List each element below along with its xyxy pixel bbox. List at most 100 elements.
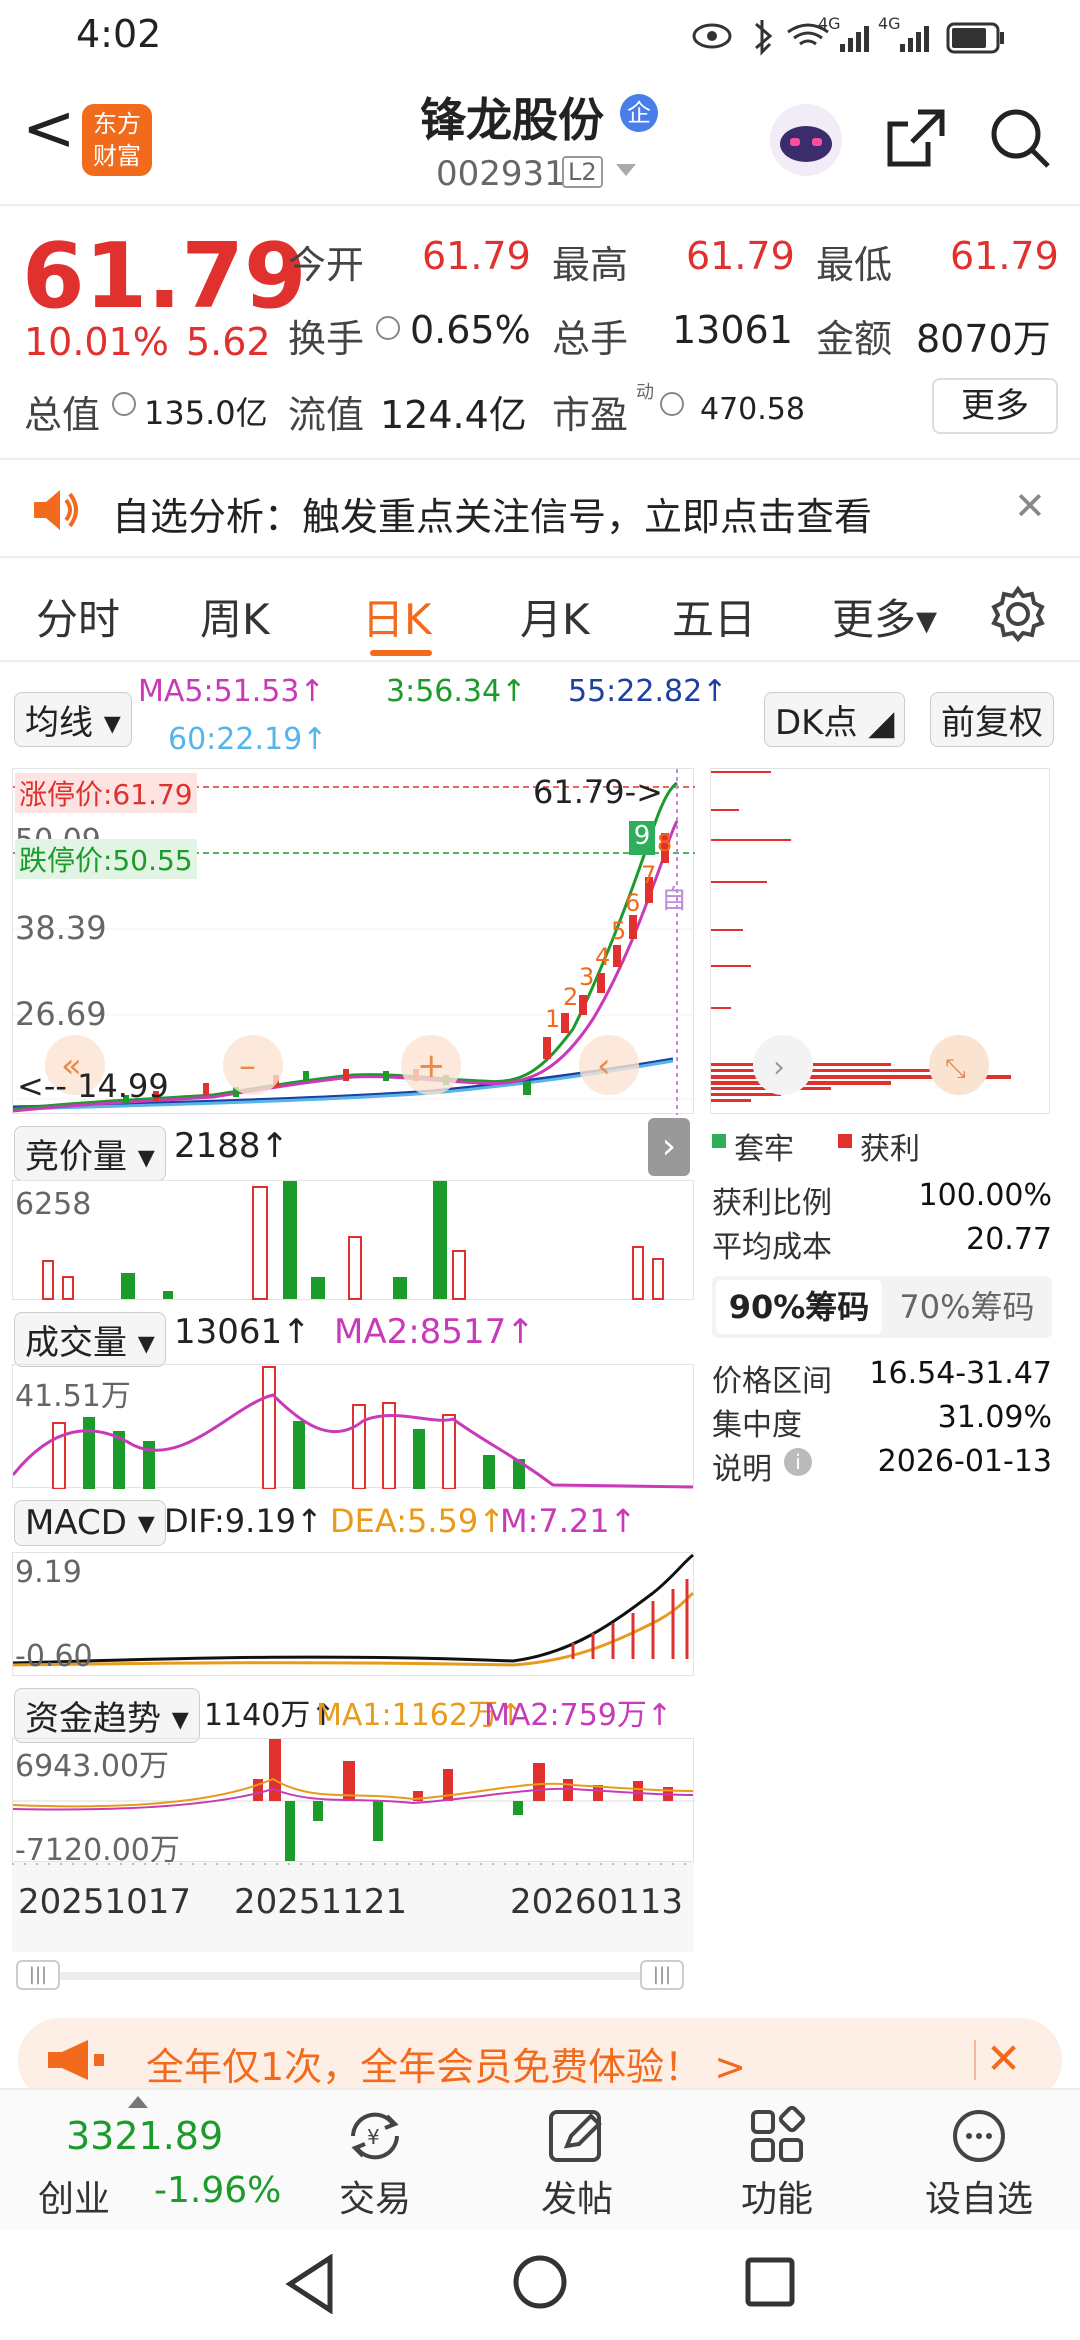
level-badge: L2 — [562, 156, 603, 188]
volume-value: 13061 — [672, 308, 793, 352]
concentration-label: 集中度 — [712, 1408, 802, 1443]
tab-intraday[interactable]: 分时 — [36, 586, 120, 647]
index-name[interactable]: 创业 — [38, 2170, 110, 2222]
macd-selector[interactable]: MACD ▾ — [14, 1500, 166, 1546]
system-recents-icon[interactable] — [742, 2254, 798, 2310]
ma60-value: 60:22.19↑ — [168, 722, 328, 757]
auction-chart: 6258 — [12, 1180, 694, 1300]
system-nav-bar — [0, 2230, 1080, 2340]
back-button[interactable]: < — [22, 92, 76, 166]
more-button[interactable]: 更多 — [932, 378, 1058, 434]
y-label-2: 38.39 — [15, 909, 107, 947]
turnover-label: 换手 — [288, 317, 365, 361]
indicator-selector[interactable]: 均线 ▾ — [14, 692, 132, 747]
nav-function[interactable]: 功能 — [702, 2106, 852, 2222]
mktcap-info-icon[interactable] — [112, 392, 136, 416]
notice-close-icon[interactable]: ✕ — [1014, 484, 1046, 528]
turnover-info-icon[interactable] — [376, 316, 400, 340]
capital-ma2: MA2:759万↑ — [484, 1698, 672, 1733]
volume-ma2: MA2:8517↑ — [334, 1312, 535, 1352]
profit-ratio-label: 获利比例 — [712, 1186, 832, 1221]
nav-trade-label: 交易 — [338, 2179, 411, 2220]
date-2: 20251121 — [234, 1882, 408, 1922]
ma55-value: 55:22.82↑ — [568, 674, 728, 709]
signal-3: 3 — [579, 963, 595, 991]
net-label-1: 4G — [818, 14, 841, 33]
adjust-button[interactable]: 前复权 — [930, 692, 1054, 747]
zi-marker: 自 — [661, 885, 688, 915]
settings-gear-icon[interactable] — [990, 586, 1046, 642]
pe-superscript: 动 — [636, 382, 654, 403]
hold-legend-label: 套牢 — [734, 1132, 794, 1167]
kline-chart[interactable]: « – + ‹ 涨停价:61.79 50.09 跌停价:50.55 38.39 … — [12, 768, 695, 1115]
date-3: 20260113 — [510, 1882, 684, 1922]
note-date: 2026-01-13 — [877, 1444, 1052, 1479]
chip-distribution[interactable]: › ⤡ — [710, 768, 1050, 1114]
auction-selector[interactable]: 竞价量 ▾ — [14, 1126, 166, 1181]
index-value[interactable]: 3321.89 — [66, 2114, 223, 2158]
tab-daily[interactable]: 日K — [362, 586, 432, 647]
nav-trade[interactable]: ¥ 交易 — [300, 2106, 450, 2222]
tab-five-day[interactable]: 五日 — [672, 586, 756, 647]
limit-up-label: 涨停价:61.79 — [15, 773, 197, 813]
range-slider[interactable]: ||| ||| — [16, 1958, 686, 1992]
slider-right-handle[interactable]: ||| — [640, 1960, 684, 1990]
avg-cost-row: 平均成本 20.77 — [712, 1222, 1052, 1266]
price-range-row: 价格区间 16.54-31.47 — [712, 1356, 1052, 1400]
promo-close-icon[interactable]: ✕ — [986, 2034, 1021, 2083]
auction-value: 2188↑ — [174, 1126, 290, 1166]
change-percent: 10.01% — [24, 320, 169, 364]
nav-add-watchlist[interactable]: 设自选 — [904, 2106, 1054, 2222]
tab-monthly[interactable]: 月K — [520, 586, 590, 647]
notice-banner[interactable]: 自选分析：触发重点关注信号，立即点击查看 ✕ — [0, 458, 1080, 558]
volume-selector[interactable]: 成交量 ▾ — [14, 1312, 166, 1367]
hold-legend-swatch — [712, 1134, 726, 1148]
profit-ratio-value: 100.00% — [918, 1178, 1052, 1213]
macd-selector-label: MACD — [25, 1503, 127, 1543]
notice-text: 自选分析：触发重点关注信号，立即点击查看 — [112, 495, 873, 539]
quote-panel: 61.79 10.01% 5.62 今开 61.79 最高 61.79 最低 6… — [0, 208, 1080, 454]
robot-assistant-icon[interactable] — [768, 102, 844, 178]
nav-post[interactable]: 发帖 — [502, 2106, 652, 2222]
tab-90-chip[interactable]: 90%筹码 — [716, 1280, 882, 1334]
ma3-value: 3:56.34↑ — [386, 674, 527, 709]
macd-ymin: -0.60 — [15, 1639, 93, 1674]
share-icon[interactable] — [884, 106, 948, 170]
macd-dea: DEA:5.59↑ — [330, 1502, 506, 1540]
system-back-icon[interactable] — [282, 2254, 338, 2314]
signal-1: 1 — [545, 1005, 561, 1033]
chip-tabs: 90%筹码 70%筹码 — [712, 1276, 1052, 1338]
promo-divider — [974, 2040, 976, 2080]
change-amount: 5.62 — [186, 320, 271, 364]
code-dropdown-icon[interactable] — [616, 164, 636, 178]
speaker-icon — [34, 490, 78, 530]
expand-arrow-button[interactable]: › — [648, 1118, 690, 1176]
index-change[interactable]: -1.96% — [154, 2170, 281, 2211]
system-home-icon[interactable] — [510, 2252, 570, 2312]
mktcap-value: 135.0亿 — [144, 394, 268, 432]
dk-button[interactable]: DK点 ◢ — [764, 692, 906, 747]
tab-weekly[interactable]: 周K — [200, 586, 270, 647]
note-info-icon[interactable]: i — [784, 1448, 812, 1476]
macd-dif: DIF:9.19↑ — [164, 1502, 323, 1540]
tab-70-chip[interactable]: 70%筹码 — [884, 1280, 1050, 1334]
nav-post-label: 发帖 — [540, 2179, 613, 2220]
tab-more[interactable]: 更多▾ — [832, 586, 937, 647]
search-icon[interactable] — [988, 106, 1052, 170]
pe-info-icon[interactable] — [660, 392, 684, 416]
app-logo[interactable]: 东方 财富 — [82, 104, 152, 176]
net-label-2: 4G — [878, 14, 901, 33]
active-tab-indicator — [370, 650, 432, 656]
low-price-marker: <-- 14.99 — [17, 1067, 169, 1105]
indicator-selector-label: 均线 — [25, 703, 93, 743]
auction-ymax: 6258 — [15, 1187, 92, 1222]
volume-selector-label: 成交量 — [25, 1323, 127, 1363]
float-label: 流值 — [288, 393, 365, 437]
low-value: 61.79 — [950, 234, 1059, 278]
megaphone-icon — [48, 2040, 104, 2080]
slider-track — [36, 1972, 676, 1980]
high-value: 61.79 — [686, 234, 795, 278]
capital-selector[interactable]: 资金趋势 ▾ — [14, 1688, 200, 1743]
slider-left-handle[interactable]: ||| — [16, 1960, 60, 1990]
pe-value: 470.58 — [700, 392, 805, 427]
